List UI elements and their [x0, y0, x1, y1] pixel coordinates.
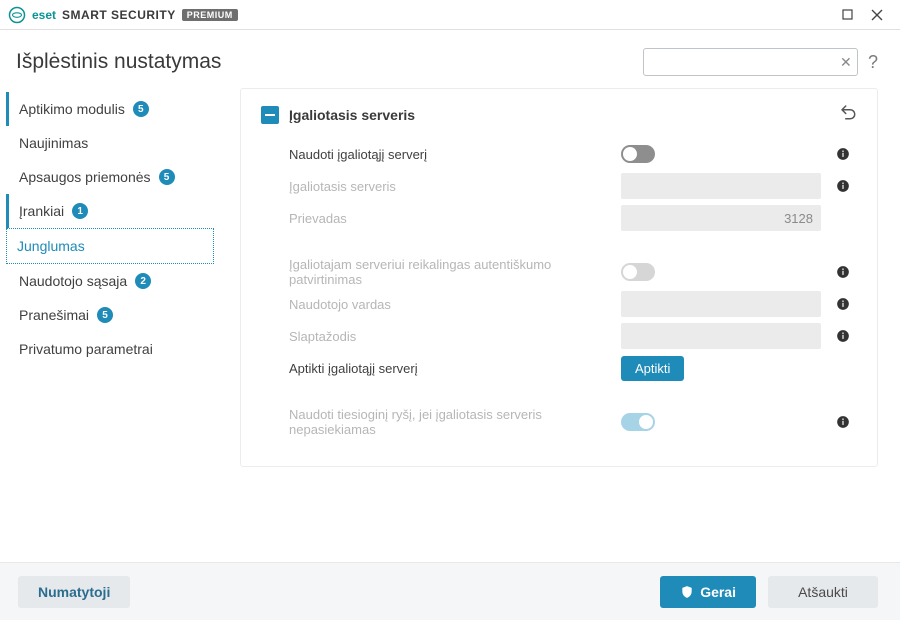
info-password[interactable]: [831, 329, 855, 343]
sidebar-item-ui[interactable]: Naudotojo sąsaja 2: [6, 264, 214, 298]
row-password: Slaptažodis: [261, 320, 857, 352]
undo-icon: [839, 103, 857, 121]
cancel-button[interactable]: Atšaukti: [768, 576, 878, 608]
sidebar-item-label: Apsaugos priemonės: [19, 169, 151, 185]
close-icon: [871, 9, 883, 21]
section-title: Įgaliotasis serveris: [289, 107, 839, 123]
row-username: Naudotojo vardas: [261, 288, 857, 320]
info-use-proxy[interactable]: [831, 147, 855, 161]
sidebar-badge: 5: [97, 307, 113, 323]
section-header: Įgaliotasis serveris: [261, 99, 857, 138]
sidebar-item-label: Pranešimai: [19, 307, 89, 323]
shield-icon: [680, 585, 694, 599]
info-username[interactable]: [831, 297, 855, 311]
toggle-use-proxy[interactable]: [621, 145, 655, 163]
search-input[interactable]: [650, 55, 838, 70]
footer: Numatytoji Gerai Atšaukti: [0, 562, 900, 620]
info-icon: [836, 179, 850, 193]
window-close-button[interactable]: [862, 1, 892, 29]
label-use-proxy: Naudoti įgaliotąjį serverį: [261, 147, 621, 162]
input-proxy-server: [621, 173, 821, 199]
collapse-button[interactable]: [261, 106, 279, 124]
sidebar-badge: 1: [72, 203, 88, 219]
search-box[interactable]: ✕: [643, 48, 858, 76]
sidebar-item-label: Naujinimas: [19, 135, 88, 151]
sidebar-badge: 5: [133, 101, 149, 117]
brand-edition: PREMIUM: [182, 9, 238, 21]
row-need-auth: Įgaliotajam serveriui reikalingas autent…: [261, 256, 857, 288]
input-password: [621, 323, 821, 349]
label-need-auth: Įgaliotajam serveriui reikalingas autent…: [261, 257, 621, 287]
sidebar-item-notifications[interactable]: Pranešimai 5: [6, 298, 214, 332]
sidebar-item-label: Privatumo parametrai: [19, 341, 153, 357]
toggle-fallback: [621, 413, 655, 431]
detect-button[interactable]: Aptikti: [621, 356, 684, 381]
ok-button[interactable]: Gerai: [660, 576, 756, 608]
brand-eset: eset: [32, 8, 56, 22]
row-port: Prievadas: [261, 202, 857, 234]
window-maximize-button[interactable]: [832, 1, 862, 29]
info-icon: [836, 329, 850, 343]
search-clear-button[interactable]: ✕: [838, 54, 854, 71]
row-use-proxy: Naudoti įgaliotąjį serverį: [261, 138, 857, 170]
default-button[interactable]: Numatytoji: [18, 576, 130, 608]
sidebar-item-tools[interactable]: Įrankiai 1: [6, 194, 214, 228]
label-username: Naudotojo vardas: [261, 297, 621, 312]
page-title: Išplėstinis nustatymas: [16, 50, 221, 74]
sidebar-item-detection[interactable]: Aptikimo modulis 5: [6, 92, 214, 126]
label-fallback: Naudoti tiesioginį ryšį, jei įgaliotasis…: [261, 407, 621, 437]
info-icon: [836, 297, 850, 311]
input-username: [621, 291, 821, 317]
sidebar-item-protections[interactable]: Apsaugos priemonės 5: [6, 160, 214, 194]
label-port: Prievadas: [261, 211, 621, 226]
help-button[interactable]: ?: [868, 52, 878, 73]
info-need-auth[interactable]: [831, 265, 855, 279]
sidebar-item-label: Naudotojo sąsaja: [19, 273, 127, 289]
info-icon: [836, 265, 850, 279]
header: Išplėstinis nustatymas ✕ ?: [0, 30, 900, 88]
eset-logo-icon: [8, 6, 26, 24]
proxy-card: Įgaliotasis serveris Naudoti įgaliotąjį …: [240, 88, 878, 467]
info-icon: [836, 415, 850, 429]
label-detect: Aptikti įgaliotąjį serverį: [261, 361, 621, 376]
sidebar-item-label: Junglumas: [17, 238, 85, 254]
titlebar: eset SMART SECURITY PREMIUM: [0, 0, 900, 30]
brand-product: SMART SECURITY: [62, 8, 176, 22]
sidebar: Aptikimo modulis 5 Naujinimas Apsaugos p…: [0, 88, 220, 562]
sidebar-item-label: Įrankiai: [19, 203, 64, 219]
input-port: [621, 205, 821, 231]
row-proxy-server: Įgaliotasis serveris: [261, 170, 857, 202]
row-fallback: Naudoti tiesioginį ryšį, jei įgaliotasis…: [261, 406, 857, 438]
ok-label: Gerai: [700, 584, 736, 600]
info-proxy-server[interactable]: [831, 179, 855, 193]
maximize-icon: [842, 9, 853, 20]
revert-button[interactable]: [839, 103, 857, 126]
sidebar-item-label: Aptikimo modulis: [19, 101, 125, 117]
toggle-need-auth: [621, 263, 655, 281]
info-icon: [836, 147, 850, 161]
content-panel: Įgaliotasis serveris Naudoti įgaliotąjį …: [220, 88, 900, 562]
label-proxy-server: Įgaliotasis serveris: [261, 179, 621, 194]
label-password: Slaptažodis: [261, 329, 621, 344]
sidebar-item-update[interactable]: Naujinimas: [6, 126, 214, 160]
sidebar-badge: 5: [159, 169, 175, 185]
row-detect: Aptikti įgaliotąjį serverį Aptikti: [261, 352, 857, 384]
sidebar-item-privacy[interactable]: Privatumo parametrai: [6, 332, 214, 366]
sidebar-badge: 2: [135, 273, 151, 289]
info-fallback[interactable]: [831, 415, 855, 429]
sidebar-item-connectivity[interactable]: Junglumas: [6, 228, 214, 264]
app-logo: eset SMART SECURITY PREMIUM: [8, 6, 238, 24]
minus-icon: [265, 114, 275, 116]
